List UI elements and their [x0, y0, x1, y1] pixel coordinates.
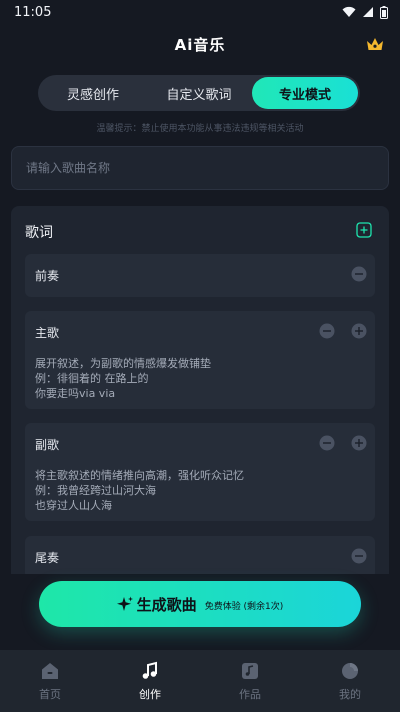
app-header: Ai音乐: [0, 30, 400, 58]
section-outro: 尾奏: [25, 536, 375, 574]
tab-pro-mode[interactable]: 专业模式: [252, 77, 358, 109]
nav-works[interactable]: 作品: [200, 650, 300, 712]
add-line-icon[interactable]: [351, 435, 367, 451]
generate-song-label: 生成歌曲: [136, 595, 197, 614]
add-line-icon[interactable]: [351, 323, 367, 339]
lyrics-panel: 歌词 前奏 主歌 展开叙述，为副歌的情感爆发做铺垫 例：徘徊着的 在路上的 你要…: [11, 206, 389, 574]
section-outro-label: 尾奏: [35, 551, 60, 565]
remove-section-icon[interactable]: [351, 548, 367, 564]
nav-home[interactable]: 首页: [0, 650, 100, 712]
song-title-input[interactable]: [26, 161, 374, 175]
section-intro: 前奏: [25, 254, 375, 297]
status-bar: 11:05: [0, 0, 400, 24]
tab-custom-lyrics[interactable]: 自定义歌词: [146, 77, 252, 109]
lyrics-title: 歌词: [25, 225, 53, 241]
song-title-field[interactable]: [11, 146, 389, 190]
section-chorus-label: 副歌: [35, 438, 60, 452]
section-intro-label: 前奏: [35, 269, 60, 283]
signal-icon: [363, 7, 373, 17]
remove-line-icon[interactable]: [319, 435, 335, 451]
section-chorus-hint[interactable]: 将主歌叙述的情绪推向高潮，强化听众记忆 例：我曾经跨过山河大海 也穿过人山人海: [35, 468, 244, 513]
section-chorus: 副歌 将主歌叙述的情绪推向高潮，强化听众记忆 例：我曾经跨过山河大海 也穿过人山…: [25, 423, 375, 521]
nav-profile[interactable]: 我的: [300, 650, 400, 712]
add-section-icon[interactable]: [356, 222, 372, 238]
section-verse-hint[interactable]: 展开叙述，为副歌的情感爆发做铺垫 例：徘徊着的 在路上的 你要走吗via via: [35, 356, 211, 401]
status-time: 11:05: [14, 4, 52, 20]
nav-create[interactable]: 创作: [100, 650, 200, 712]
music-album-icon: [242, 663, 258, 679]
free-trial-text: 免费体验 (剩余1次): [204, 601, 284, 612]
sparkle-icon: [116, 596, 133, 611]
mode-tabs: 灵感创作 自定义歌词 专业模式: [38, 75, 360, 111]
remove-line-icon[interactable]: [319, 323, 335, 339]
section-verse-label: 主歌: [35, 326, 60, 340]
crown-icon[interactable]: [364, 33, 386, 55]
music-note-icon: [142, 661, 157, 679]
wifi-icon: [342, 6, 356, 17]
home-icon: [42, 663, 58, 679]
notice-text: 温馨提示：禁止使用本功能从事违法违规等相关活动: [96, 124, 304, 134]
section-verse: 主歌 展开叙述，为副歌的情感爆发做铺垫 例：徘徊着的 在路上的 你要走吗via …: [25, 311, 375, 409]
profile-icon: [342, 663, 358, 679]
app-title: Ai音乐: [174, 35, 226, 54]
remove-section-icon[interactable]: [351, 266, 367, 282]
status-icons: [342, 5, 388, 19]
bottom-nav: 首页 创作 作品 我的: [0, 650, 400, 712]
generate-song-button[interactable]: 生成歌曲 免费体验 (剩余1次): [39, 581, 361, 627]
tab-inspiration[interactable]: 灵感创作: [40, 77, 146, 109]
battery-icon: [380, 5, 388, 19]
